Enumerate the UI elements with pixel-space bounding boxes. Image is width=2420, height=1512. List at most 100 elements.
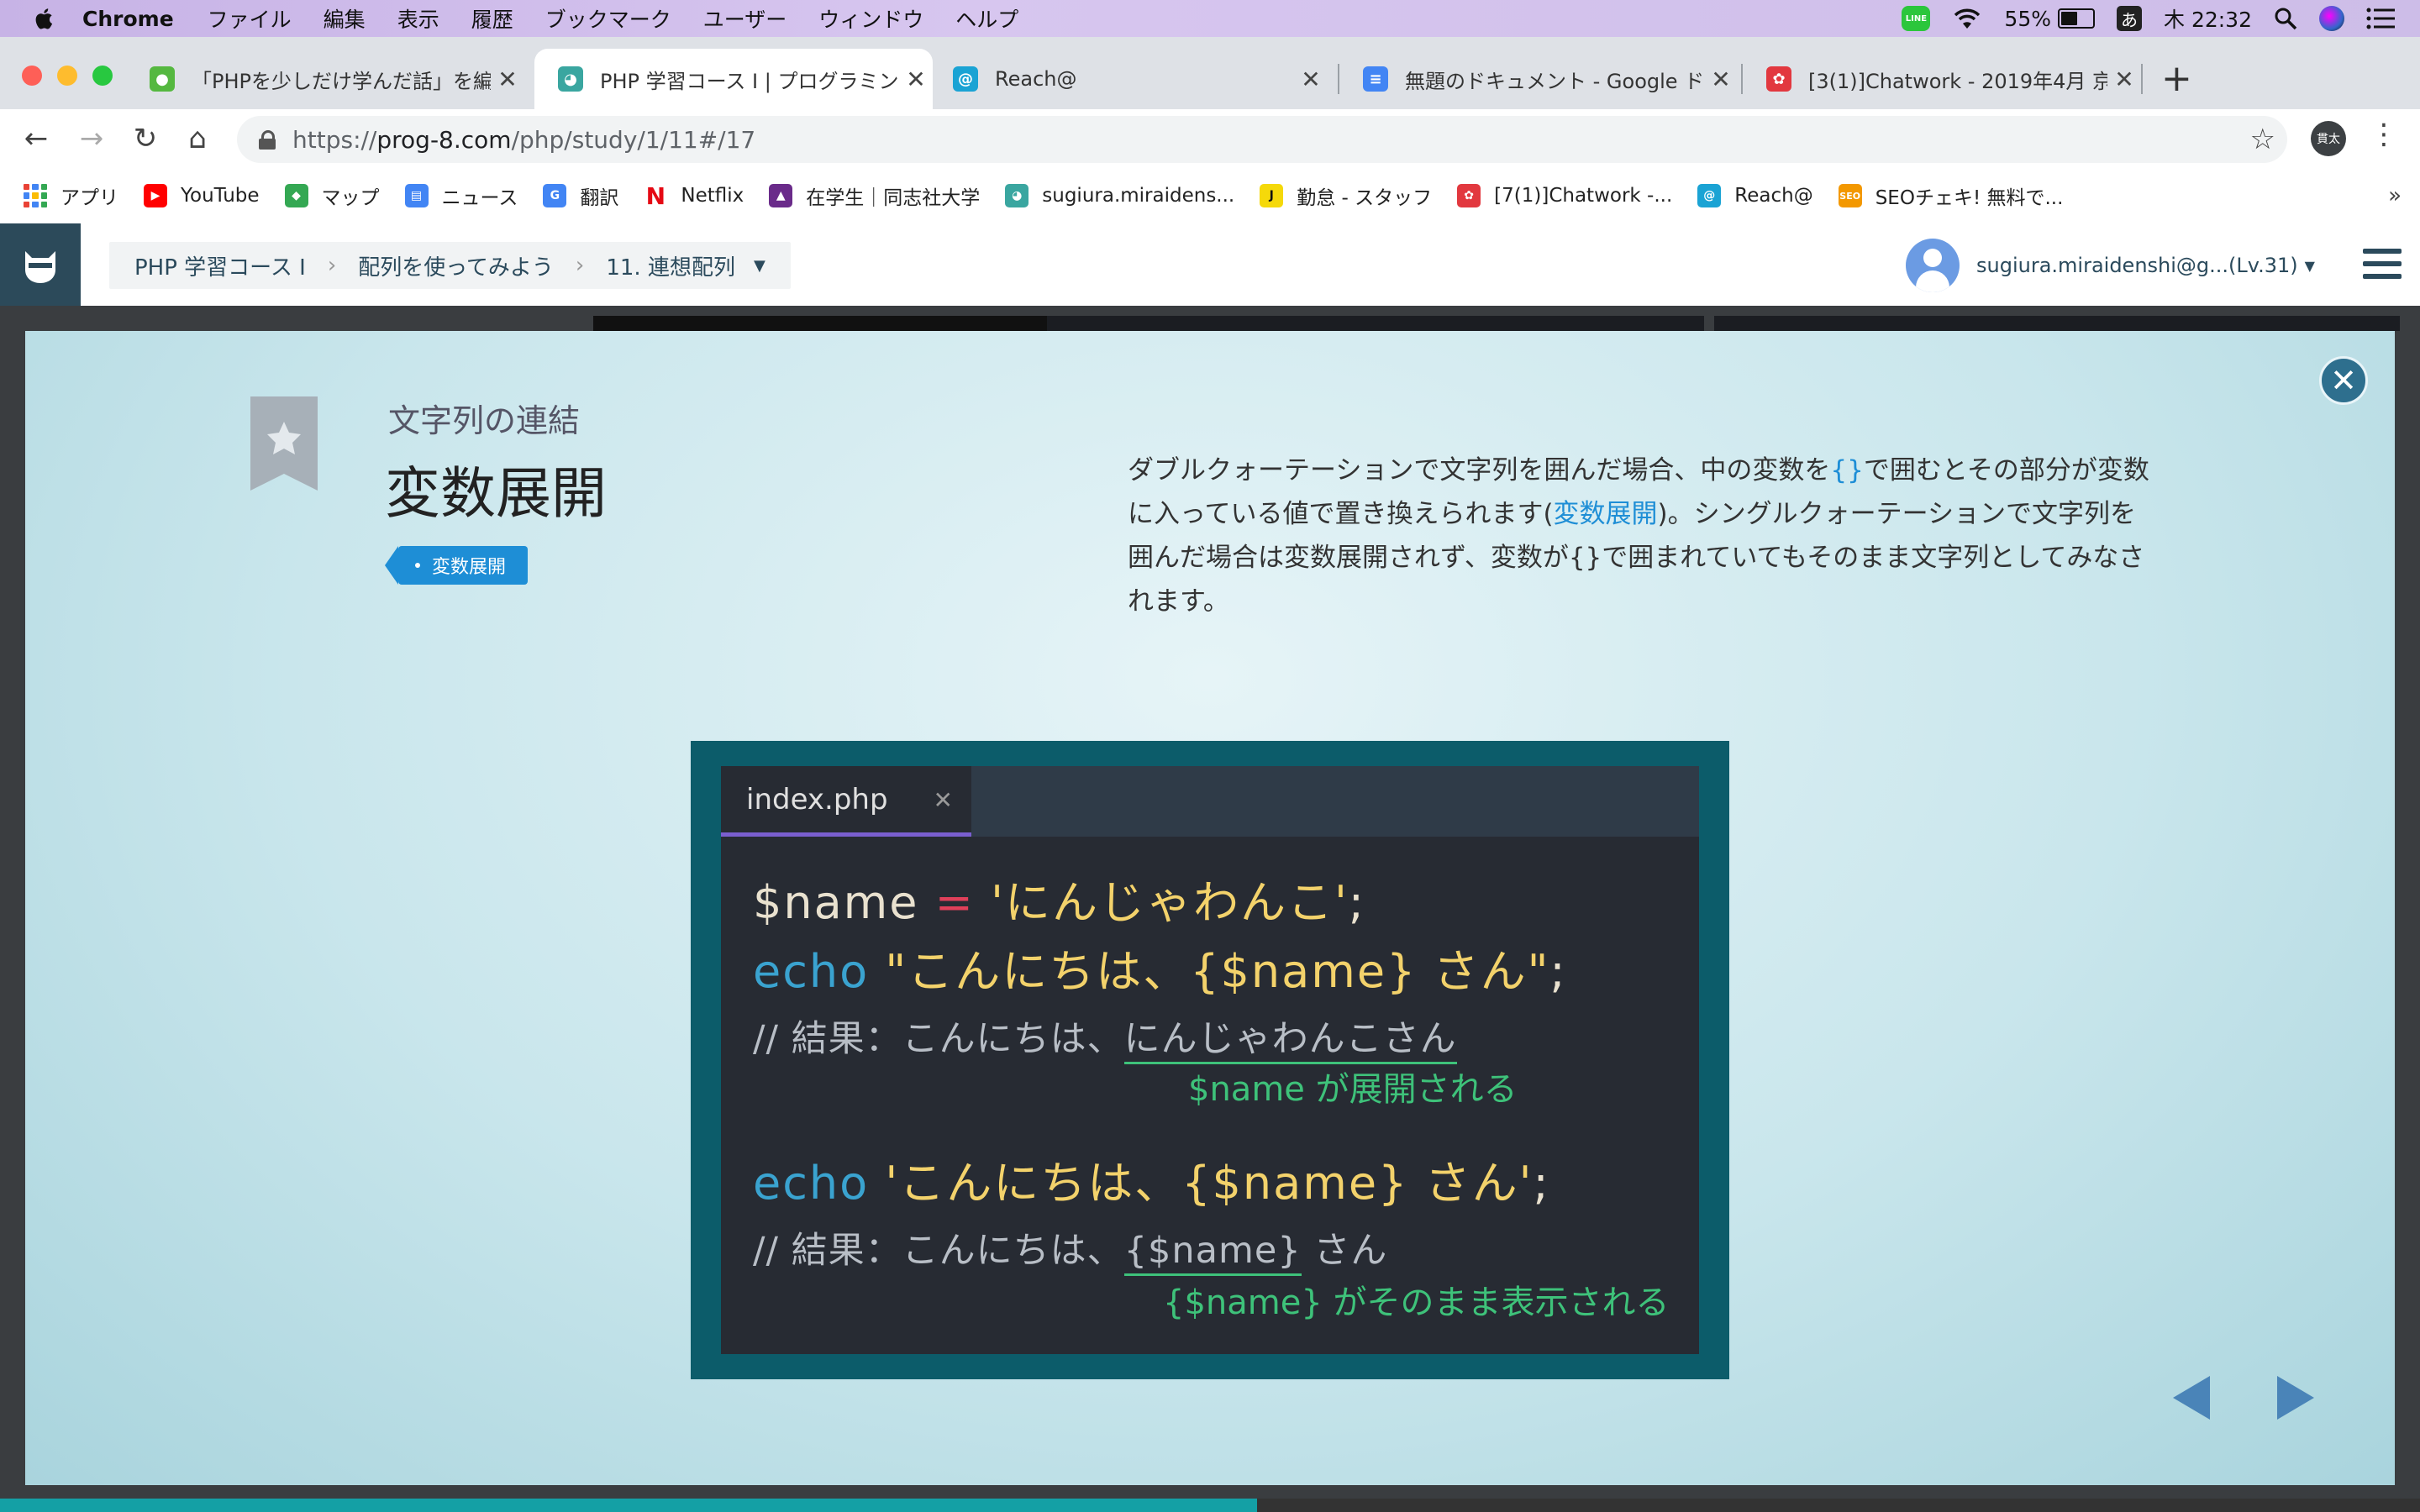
background-panel-edge (1714, 316, 2400, 331)
code-string: 'にんじゃわんこ' (991, 876, 1349, 929)
bookmark-star-icon[interactable]: ☆ (2250, 123, 2275, 156)
comment-result: {$name} (1123, 1230, 1302, 1276)
spotlight-search-icon[interactable] (2274, 7, 2297, 30)
close-window-button[interactable] (22, 66, 42, 86)
bookmark-doshisha[interactable]: ▲ 在学生｜同志社大学 (769, 181, 980, 210)
line-app-icon[interactable]: LINE (1902, 6, 1931, 31)
apple-icon[interactable] (32, 6, 54, 31)
tab-close-icon[interactable]: ✕ (491, 66, 524, 93)
wifi-icon[interactable] (1952, 7, 1982, 30)
editor-tab-close-icon: ✕ (933, 786, 953, 814)
profile-avatar[interactable]: 貫太 (2311, 121, 2346, 156)
tab-close-icon[interactable]: ✕ (1704, 66, 1738, 93)
bookmark-label: sugiura.miraidens... (1042, 185, 1235, 207)
bookmark-netflix[interactable]: N Netflix (644, 182, 744, 210)
bookmark-youtube[interactable]: ▶ YouTube (144, 184, 260, 207)
google-docs-favicon-icon: ≡ (1363, 66, 1388, 92)
hamburger-menu-icon[interactable] (2363, 249, 2402, 279)
bookmark-label: ニュース (441, 187, 518, 209)
tab-title: 無題のドキュメント - Google ドキ (1405, 69, 1704, 93)
tab-title: 「PHPを少しだけ学んだ話」を編集 (192, 69, 491, 93)
chrome-menu-icon[interactable]: ⋮ (2370, 118, 2398, 151)
bookmark-seo-check[interactable]: SEO SEOチェキ! 無料で... (1838, 181, 2063, 210)
tab-title: [3(1)]Chatwork - 2019年4月 京都 (1808, 69, 2107, 93)
user-label[interactable]: sugiura.miraidenshi@g...(Lv.31) (1976, 254, 2298, 277)
progate-favicon-icon: ◕ (558, 66, 583, 92)
tab-close-icon[interactable]: ✕ (1294, 66, 1328, 93)
progate-logo-icon[interactable] (0, 223, 81, 306)
menu-file[interactable]: ファイル (208, 3, 292, 34)
tab-chatwork[interactable]: ✿ [3(1)]Chatwork - 2019年4月 京都 ✕ (1743, 49, 2141, 109)
menu-window[interactable]: ウィンドウ (818, 3, 923, 34)
breadcrumb-chapter[interactable]: 配列を使ってみよう (358, 250, 554, 281)
tab-google-docs[interactable]: ≡ 無題のドキュメント - Google ドキ ✕ (1339, 49, 1738, 109)
breadcrumb-lesson[interactable]: 11. 連想配列 (606, 250, 735, 281)
comment-result: にんじゃわんこさん (1123, 1018, 1457, 1064)
url-scheme: https:// (292, 125, 377, 154)
note-favicon-icon: ● (150, 66, 175, 92)
code-string: "こんにちは、{$name} さん" (885, 945, 1550, 998)
avatar[interactable] (1906, 239, 1960, 292)
bookmark-label: YouTube (181, 185, 260, 207)
address-bar[interactable]: https://prog-8.com/php/study/1/11#/17 ☆ (237, 116, 2287, 163)
chevron-down-icon[interactable]: ▼ (754, 257, 765, 275)
tab-php-note-editor[interactable]: ● 「PHPを少しだけ学んだ話」を編集 ✕ (126, 49, 524, 109)
tab-reach[interactable]: @ Reach@ ✕ (929, 49, 1328, 109)
notification-center-icon[interactable] (2366, 8, 2395, 29)
forward-arrow-icon[interactable]: → (72, 119, 111, 158)
keyword-tag[interactable]: 変数展開 (384, 546, 529, 585)
bookmark-star-ribbon-icon[interactable] (250, 396, 318, 491)
bookmark-chatwork[interactable]: ✿ [7(1)]Chatwork -... (1457, 184, 1672, 207)
menu-users[interactable]: ユーザー (703, 3, 787, 34)
chatwork-icon: ✿ (1457, 184, 1481, 207)
bookmark-translate[interactable]: G 翻訳 (543, 181, 618, 210)
menu-view[interactable]: 表示 (397, 3, 439, 34)
reload-icon[interactable]: ↻ (126, 119, 165, 158)
bookmark-news[interactable]: ▤ ニュース (404, 181, 518, 210)
code-string: 'こんにちは、{$name} さん' (885, 1157, 1534, 1210)
url-text[interactable]: https://prog-8.com/php/study/1/11#/17 (292, 126, 755, 154)
bookmarks-bar: アプリ ▶ YouTube ◆ マップ ▤ ニュース G 翻訳 N Netfli… (0, 168, 2420, 224)
bookmark-reach[interactable]: @ Reach@ (1697, 184, 1813, 207)
previous-slide-arrow-icon[interactable] (2173, 1376, 2210, 1420)
menu-help[interactable]: ヘルプ (955, 3, 1018, 34)
menubar-clock[interactable]: 木 22:32 (2164, 3, 2252, 34)
tab-close-icon[interactable]: ✕ (899, 66, 933, 93)
minimize-window-button[interactable] (57, 66, 77, 86)
code-keyword: echo (753, 1157, 870, 1210)
code-line-3: echo 'こんにちは、{$name} さん'; (753, 1146, 1550, 1212)
menu-edit[interactable]: 編集 (324, 3, 366, 34)
bookmark-apps[interactable]: アプリ (24, 181, 118, 210)
breadcrumb: PHP 学習コース Ⅰ › 配列を使ってみよう › 11. 連想配列 ▼ (109, 242, 791, 289)
seo-icon: SEO (1838, 184, 1862, 207)
menu-history[interactable]: 履歴 (471, 3, 513, 34)
tab-close-icon[interactable]: ✕ (2107, 66, 2141, 93)
bookmark-kintai[interactable]: J 勤怠 - スタッフ (1260, 181, 1432, 210)
battery-fill (2061, 12, 2077, 25)
close-icon[interactable]: ✕ (2319, 356, 2368, 405)
home-icon[interactable]: ⌂ (178, 119, 217, 158)
editor-tab-bar: index.php ✕ (721, 766, 1699, 837)
bookmark-label: [7(1)]Chatwork -... (1494, 185, 1673, 207)
bookmark-progate-user[interactable]: ◕ sugiura.miraidens... (1005, 184, 1234, 207)
back-arrow-icon[interactable]: ← (17, 119, 55, 158)
user-menu[interactable]: sugiura.miraidenshi@g...(Lv.31) ▼ (1906, 239, 2315, 292)
next-slide-arrow-icon[interactable] (2277, 1376, 2314, 1420)
siri-icon[interactable] (2319, 6, 2344, 31)
menu-app-chrome[interactable]: Chrome (82, 7, 174, 31)
bookmark-label: 勤怠 - スタッフ (1297, 187, 1433, 209)
fullscreen-window-button[interactable] (92, 66, 113, 86)
doshisha-icon: ▲ (769, 184, 793, 207)
tab-progate-php-course[interactable]: ◕ PHP 学習コース I | プログラミング ✕ (534, 49, 933, 109)
new-tab-plus-icon[interactable]: + (2161, 57, 2192, 100)
bookmark-maps[interactable]: ◆ マップ (284, 181, 380, 210)
input-method-icon[interactable]: あ (2117, 6, 2142, 31)
battery-status[interactable]: 55% (2004, 7, 2095, 31)
lock-icon[interactable] (259, 130, 276, 150)
chevron-down-icon[interactable]: ▼ (2305, 258, 2315, 274)
menu-bookmarks[interactable]: ブックマーク (545, 3, 671, 34)
slide-modal: ✕ 文字列の連結 変数展開 変数展開 ダブルクォーテーションで文字列を囲んだ場合… (25, 331, 2395, 1485)
lesson-progress-bar (0, 1499, 2420, 1512)
breadcrumb-course[interactable]: PHP 学習コース Ⅰ (134, 250, 306, 281)
bookmarks-overflow-icon[interactable]: » (2388, 183, 2402, 208)
